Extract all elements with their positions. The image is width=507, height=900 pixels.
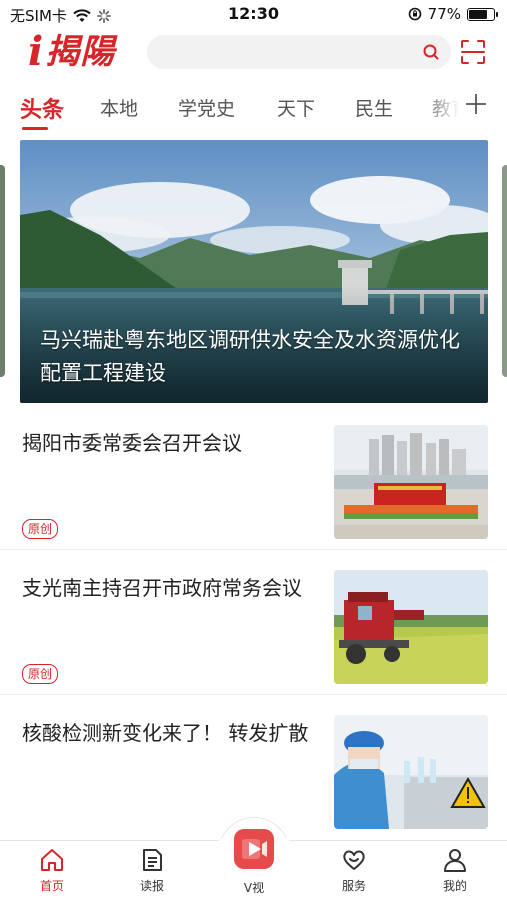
logo-text: 揭陽 <box>45 32 116 72</box>
app-header: i 揭陽 <box>0 30 507 76</box>
home-icon <box>41 849 63 871</box>
nav-newspaper[interactable]: 读报 <box>122 847 182 894</box>
tab-fade <box>420 84 460 132</box>
rotation-lock-icon <box>408 7 421 21</box>
news-thumbnail <box>334 570 488 684</box>
heart-smile-icon <box>343 850 365 870</box>
news-thumbnail-image <box>334 425 488 539</box>
add-tab-icon[interactable] <box>465 93 487 115</box>
category-tabs: 头条 本地 学党史 天下 民生 教育 <box>0 84 507 132</box>
video-button[interactable] <box>234 829 274 869</box>
hero-carousel-card[interactable]: 马兴瑞赴粤东地区调研供水安全及水资源优化配置工程建设 <box>20 140 488 403</box>
carousel-next-peek[interactable] <box>502 165 507 377</box>
hero-title: 马兴瑞赴粤东地区调研供水安全及水资源优化配置工程建设 <box>40 328 460 385</box>
news-title: 支光南主持召开市政府常务会议 <box>22 576 302 600</box>
app-logo[interactable]: i 揭陽 <box>28 32 115 72</box>
news-title: 核酸检测新变化来了！ 转发扩散 <box>22 721 309 745</box>
tab-livelihood[interactable]: 民生 <box>355 94 393 121</box>
battery-icon <box>467 7 498 21</box>
active-tab-indicator <box>22 127 48 130</box>
nav-label: 我的 <box>442 879 467 893</box>
nav-label: 首页 <box>39 879 64 893</box>
newspaper-icon <box>143 849 162 871</box>
search-icon[interactable] <box>421 42 441 62</box>
tab-party-history[interactable]: 学党史 <box>178 94 235 121</box>
battery-percent: 77% <box>427 5 461 23</box>
nav-label: V视 <box>243 881 265 895</box>
news-thumbnail <box>334 715 488 829</box>
nav-service[interactable]: 服务 <box>324 847 384 894</box>
tab-local[interactable]: 本地 <box>100 94 138 121</box>
original-badge: 原创 <box>22 664 59 684</box>
search-input[interactable] <box>147 35 451 69</box>
video-icon <box>242 839 267 859</box>
news-thumbnail-image <box>334 570 488 684</box>
news-thumbnail-image <box>334 715 488 829</box>
tab-headlines[interactable]: 头条 <box>20 92 64 124</box>
news-thumbnail <box>334 425 488 539</box>
status-right: 77% <box>408 5 498 23</box>
news-title: 揭阳市委常委会召开会议 <box>22 431 242 455</box>
tab-world[interactable]: 天下 <box>277 94 315 121</box>
scan-icon[interactable] <box>459 38 487 66</box>
logo-mark: i <box>28 28 44 75</box>
nav-home[interactable]: 首页 <box>22 847 82 894</box>
news-item[interactable]: 揭阳市委常委会召开会议 原创 <box>0 405 507 550</box>
status-bar: 无SIM卡 12:30 77% <box>0 0 507 28</box>
nav-label: 读报 <box>139 879 164 893</box>
original-badge: 原创 <box>22 519 59 539</box>
nav-label: 服务 <box>341 879 366 893</box>
news-item[interactable]: 支光南主持召开市政府常务会议 原创 <box>0 550 507 695</box>
battery-fill <box>469 9 488 19</box>
user-icon <box>444 849 466 872</box>
nav-profile[interactable]: 我的 <box>425 847 485 894</box>
carousel-prev-peek[interactable] <box>0 165 5 377</box>
